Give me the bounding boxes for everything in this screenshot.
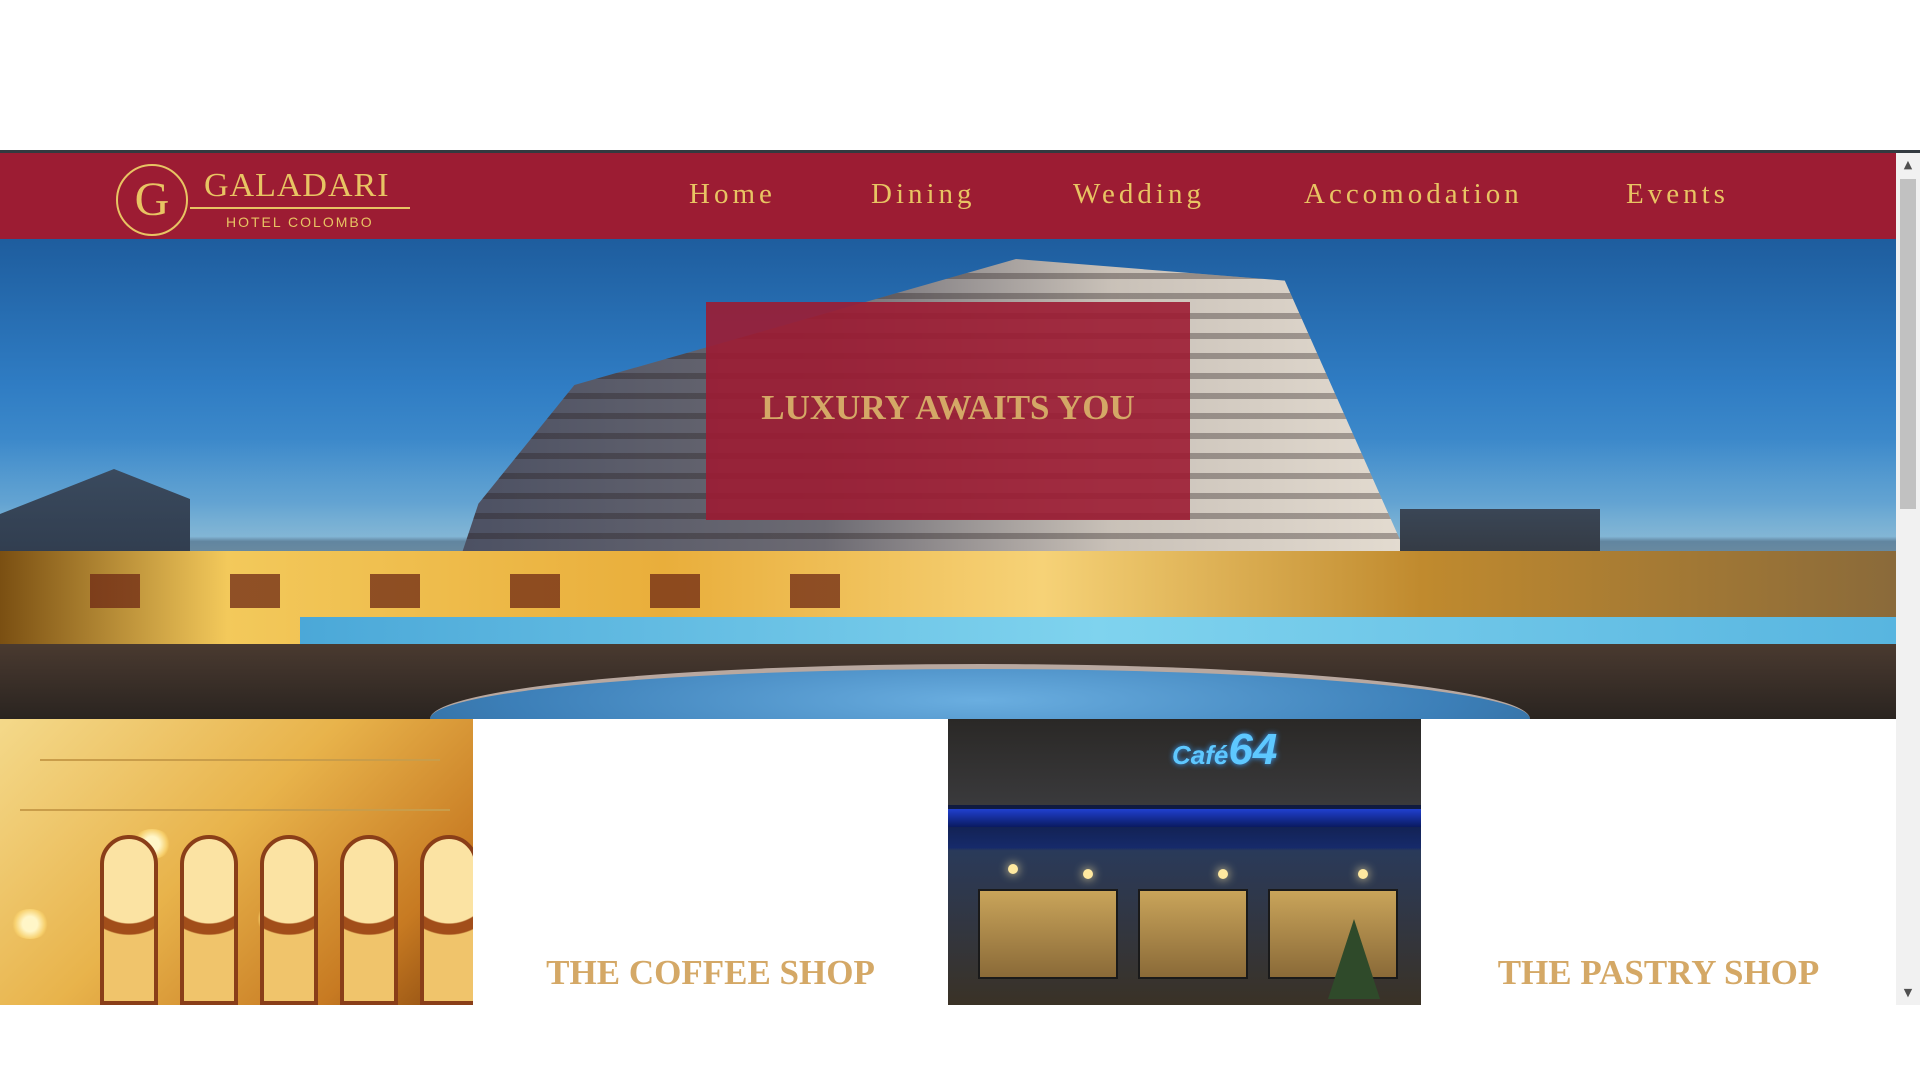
vertical-scrollbar[interactable]: ▲ ▼ bbox=[1896, 153, 1920, 1005]
coffee-shop-title: THE COFFEE SHOP bbox=[546, 953, 875, 992]
cafe-window bbox=[978, 889, 1118, 979]
cafe-sign-number: 64 bbox=[1228, 725, 1278, 774]
cafe-awning bbox=[948, 809, 1421, 827]
logo-subtitle: HOTEL COLOMBO bbox=[226, 214, 374, 230]
nav-item-dining[interactable]: Dining bbox=[871, 178, 976, 211]
cafe-window bbox=[1138, 889, 1248, 979]
ceiling-beam bbox=[40, 759, 440, 761]
logo-initial: G bbox=[134, 173, 170, 226]
coffee-shop-card[interactable]: THE COFFEE SHOP bbox=[474, 719, 947, 1005]
christmas-tree bbox=[1328, 919, 1380, 999]
nav-item-accomodation[interactable]: Accomodation bbox=[1304, 178, 1523, 211]
hero-title: LUXURY AWAITS YOU bbox=[761, 388, 1135, 427]
window-arch bbox=[100, 835, 158, 1005]
navbar: G GALADARI HOTEL COLOMBO Home Dining Wed… bbox=[0, 153, 1896, 239]
coffee-shop-image[interactable] bbox=[0, 719, 473, 1005]
cafe-sign-word: Café bbox=[1172, 740, 1229, 770]
hero-terrace-windows bbox=[0, 574, 900, 608]
scroll-up-arrow-icon[interactable]: ▲ bbox=[1896, 153, 1920, 177]
chandelier-icon bbox=[10, 909, 50, 939]
ceiling-beam bbox=[20, 809, 450, 811]
nav-item-home[interactable]: Home bbox=[689, 178, 776, 211]
ceiling-light bbox=[1358, 869, 1368, 879]
scroll-down-arrow-icon[interactable]: ▼ bbox=[1896, 981, 1920, 1005]
scroll-thumb[interactable] bbox=[1900, 179, 1916, 509]
ceiling-light bbox=[1083, 869, 1093, 879]
pastry-shop-card[interactable]: THE PASTRY SHOP bbox=[1422, 719, 1895, 1005]
hotel-logo[interactable]: G GALADARI HOTEL COLOMBO bbox=[116, 161, 416, 236]
nav-item-events[interactable]: Events bbox=[1626, 178, 1729, 211]
logo-name: GALADARI bbox=[204, 167, 390, 204]
pastry-shop-title: THE PASTRY SHOP bbox=[1497, 953, 1820, 992]
window-arch bbox=[180, 835, 238, 1005]
cafe-64-sign: Café64 bbox=[1172, 725, 1277, 775]
window-arch bbox=[420, 835, 473, 1005]
window-arch bbox=[340, 835, 398, 1005]
ceiling-light bbox=[1218, 869, 1228, 879]
logo-divider bbox=[190, 207, 410, 209]
window-arch bbox=[260, 835, 318, 1005]
ceiling-light bbox=[1008, 864, 1018, 874]
nav-item-wedding[interactable]: Wedding bbox=[1073, 178, 1205, 211]
pastry-shop-image[interactable]: Café64 bbox=[948, 719, 1421, 1005]
